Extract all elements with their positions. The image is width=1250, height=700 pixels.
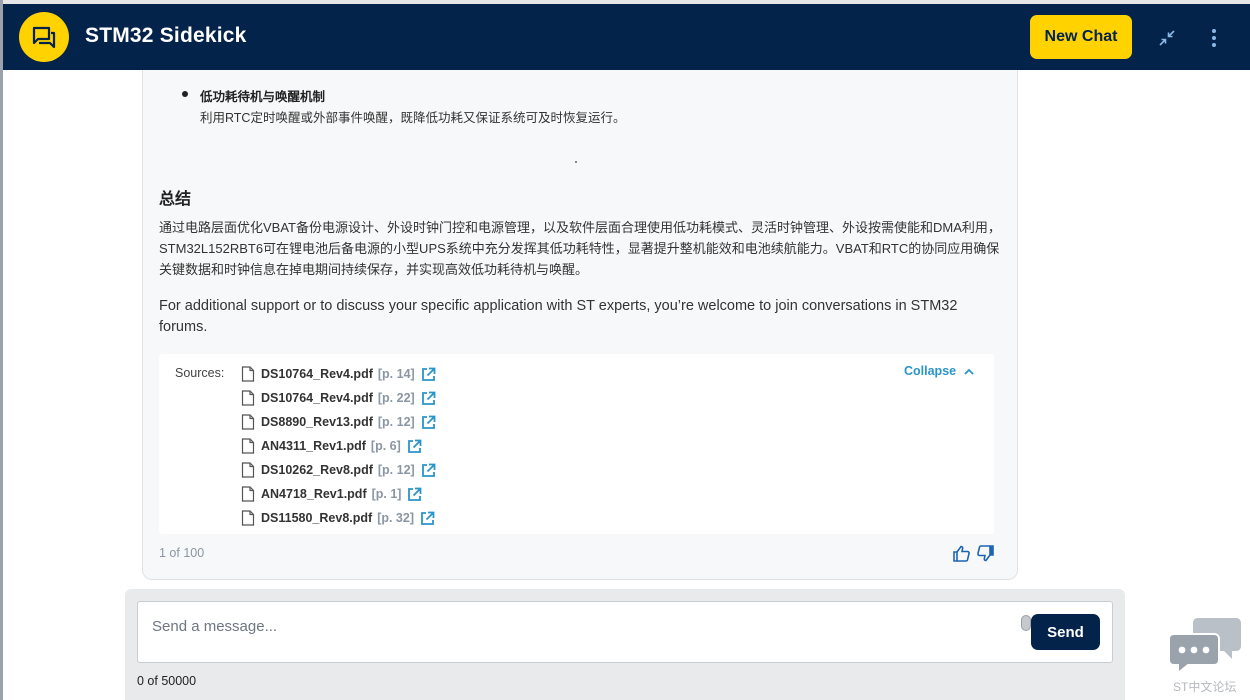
source-page: [p. 22] xyxy=(377,391,415,405)
chevron-up-icon xyxy=(964,368,974,375)
external-link-icon[interactable] xyxy=(420,511,435,526)
source-page: [p. 6] xyxy=(370,439,401,453)
external-link-icon[interactable] xyxy=(407,487,422,502)
separator-dot xyxy=(575,161,577,163)
chat-bubble-icon xyxy=(32,26,56,48)
window-left-edge xyxy=(0,0,3,700)
forum-label: ST中文论坛 xyxy=(1173,680,1237,694)
source-page: [p. 12] xyxy=(377,415,415,429)
source-item[interactable]: DS11580_Rev8.pdf [p. 32] xyxy=(241,506,436,530)
new-chat-button[interactable]: New Chat xyxy=(1030,15,1132,59)
summary-heading: 总结 xyxy=(159,191,192,208)
document-icon xyxy=(241,462,255,478)
source-item[interactable]: DS8890_Rev13.pdf [p. 12] xyxy=(241,410,436,434)
source-filename[interactable]: AN4311_Rev1.pdf xyxy=(261,439,366,453)
source-filename[interactable]: AN4718_Rev1.pdf xyxy=(261,487,367,501)
app-header: STM32 Sidekick New Chat xyxy=(3,4,1250,70)
chat-logo xyxy=(19,12,69,62)
document-icon xyxy=(241,390,255,406)
collapse-sources-button[interactable]: Collapse xyxy=(904,364,974,378)
bullet-marker xyxy=(182,91,188,97)
document-icon xyxy=(241,366,255,382)
bullet-title: 低功耗待机与唤醒机制 xyxy=(200,90,326,104)
source-item[interactable]: DS10764_Rev4.pdf [p. 22] xyxy=(241,386,436,410)
composer-area: Send 0 of 50000 xyxy=(125,589,1125,700)
document-icon xyxy=(241,438,255,454)
collapse-label: Collapse xyxy=(904,364,957,378)
external-link-icon[interactable] xyxy=(421,367,436,382)
source-page: [p. 32] xyxy=(377,511,414,525)
thumbs-up-icon[interactable] xyxy=(953,545,970,562)
forum-widget[interactable]: ST中文论坛 xyxy=(1168,614,1246,700)
minimize-arrows-icon xyxy=(1159,30,1175,46)
sources-panel: Sources: DS10764_Rev4.pdf [p. 14] DS1076… xyxy=(159,354,994,534)
message-counter: 1 of 100 xyxy=(159,546,205,560)
source-filename[interactable]: DS11580_Rev8.pdf xyxy=(261,511,372,525)
external-link-icon[interactable] xyxy=(421,415,436,430)
assistant-message: 低功耗待机与唤醒机制 利用RTC定时唤醒或外部事件唤醒，既降低功耗又保证系统可及… xyxy=(142,70,1018,580)
message-input[interactable] xyxy=(137,601,1113,663)
more-options-button[interactable] xyxy=(1203,24,1225,52)
summary-text: 通过电路层面优化VBAT备份电源设计、外设时钟门控和电源管理，以及软件层面合理使… xyxy=(159,220,1001,277)
source-page: [p. 14] xyxy=(377,367,415,381)
thumbs-down-icon[interactable] xyxy=(977,545,994,562)
source-item[interactable]: DS10262_Rev8.pdf [p. 12] xyxy=(241,458,436,482)
vertical-dots-icon xyxy=(1212,29,1216,47)
minimize-button[interactable] xyxy=(1153,24,1181,52)
sources-label: Sources: xyxy=(175,366,225,380)
input-scroll-handle[interactable] xyxy=(1021,615,1031,631)
document-icon xyxy=(241,414,255,430)
document-icon xyxy=(241,486,255,502)
chat-bubbles-icon xyxy=(1168,618,1241,676)
bullet-description: 利用RTC定时唤醒或外部事件唤醒，既降低功耗又保证系统可及时恢复运行。 xyxy=(200,111,626,125)
source-page: [p. 1] xyxy=(371,487,402,501)
source-filename[interactable]: DS10262_Rev8.pdf xyxy=(261,463,373,477)
source-item[interactable]: AN4311_Rev1.pdf [p. 6] xyxy=(241,434,436,458)
source-page: [p. 12] xyxy=(377,463,415,477)
document-icon xyxy=(241,510,255,526)
source-filename[interactable]: DS10764_Rev4.pdf xyxy=(261,391,373,405)
character-count: 0 of 50000 xyxy=(137,674,197,688)
source-filename[interactable]: DS10764_Rev4.pdf xyxy=(261,367,373,381)
external-link-icon[interactable] xyxy=(421,463,436,478)
source-item[interactable]: DS10764_Rev4.pdf [p. 14] xyxy=(241,362,436,386)
external-link-icon[interactable] xyxy=(421,391,436,406)
external-link-icon[interactable] xyxy=(407,439,422,454)
app-title: STM32 Sidekick xyxy=(85,24,247,47)
support-text: For additional support or to discuss you… xyxy=(159,298,958,335)
source-item[interactable]: AN4718_Rev1.pdf [p. 1] xyxy=(241,482,436,506)
source-list: DS10764_Rev4.pdf [p. 14] DS10764_Rev4.pd… xyxy=(241,362,436,530)
send-button[interactable]: Send xyxy=(1031,614,1100,650)
source-filename[interactable]: DS8890_Rev13.pdf xyxy=(261,415,373,429)
